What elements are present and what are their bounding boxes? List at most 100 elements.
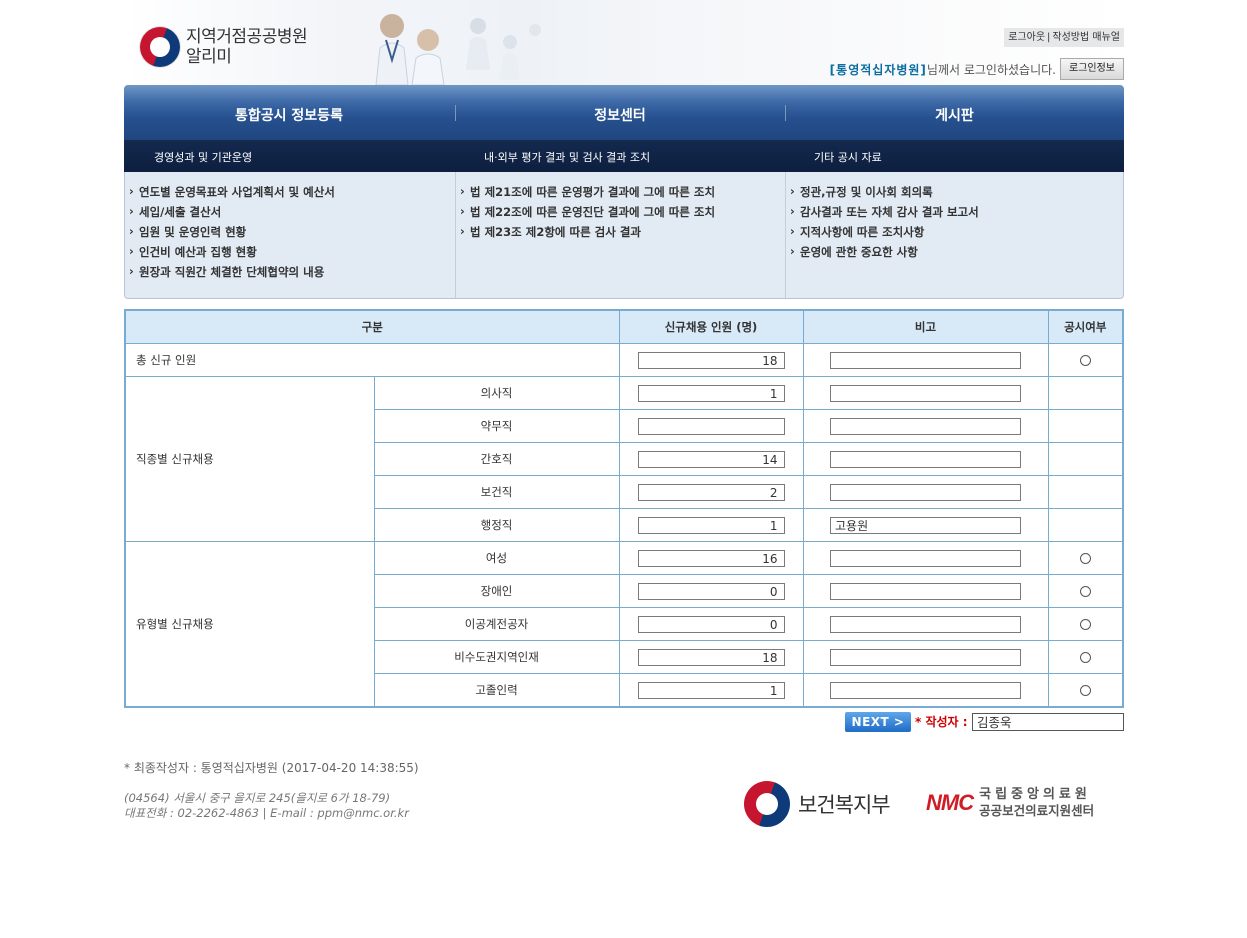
table-row: 유형별 신규채용 여성 16: [124, 541, 1124, 708]
menu-item[interactable]: 운영에 관한 중요한 사항: [786, 241, 1123, 262]
disclosure-radio[interactable]: [1079, 685, 1091, 696]
manual-link[interactable]: 작성방법 매뉴얼: [1050, 32, 1122, 43]
menu-column-management: 연도별 운영목표와 사업계획서 및 예산서 세입/세출 결산서 임원 및 운영인…: [125, 172, 455, 298]
row-label: 의사직: [373, 376, 620, 410]
menu-item[interactable]: 원장과 직원간 체결한 단체협약의 내용: [125, 261, 455, 282]
menu-item[interactable]: 연도별 운영목표와 사업계획서 및 예산서: [125, 181, 455, 202]
nmc-name: 국립중앙의료원 공공보건의료지원센터: [979, 787, 1094, 819]
doctors-illustration: [350, 0, 550, 85]
note-input[interactable]: [830, 549, 1022, 567]
group-label-hire-type: 유형별 신규채용: [124, 541, 375, 708]
note-input[interactable]: [830, 648, 1022, 666]
author-label: * 작성자 :: [915, 715, 968, 729]
note-input[interactable]: [830, 483, 1022, 501]
row-label: 보건직: [373, 475, 620, 509]
footer-contact: 대표전화 : 02-2262-4863 | E-mail : ppm@nmc.o…: [124, 806, 409, 820]
nav-board[interactable]: 게시판: [785, 85, 1124, 140]
disclosure-radio[interactable]: [1079, 355, 1091, 366]
total-label: 총 신규 인원: [124, 343, 620, 377]
next-button[interactable]: NEXT >: [845, 712, 911, 732]
nmc-name-line1: 국립중앙의료원: [979, 787, 1091, 802]
count-input[interactable]: 0: [637, 615, 785, 633]
site-name-line2: 알리미: [186, 47, 232, 67]
login-info-button[interactable]: 로그인정보: [1060, 58, 1124, 80]
note-input[interactable]: [830, 384, 1022, 402]
menu-item[interactable]: 법 제21조에 따른 운영평가 결과에 그에 따른 조치: [456, 181, 785, 202]
table-row: 직종별 신규채용 의사직 1: [124, 376, 1124, 542]
header: 지역거점공공병원 알리미 로그아웃 | 작성방법 매뉴얼 [통영적십자병원] 님께서…: [124, 0, 1124, 85]
disclosure-cell: [1047, 409, 1124, 443]
count-input[interactable]: 14: [637, 450, 785, 468]
table-header-row: 구분 신규채용 인원 (명) 비고 공시여부: [124, 309, 1124, 344]
last-author-note: * 최종작성자 : 통영적십자병원 (2017-04-20 14:38:55): [124, 761, 419, 775]
login-info: [통영적십자병원] 님께서 로그인하셨습니다. 로그인정보: [830, 58, 1124, 80]
disclosure-cell: [1047, 508, 1124, 542]
row-label: 비수도권지역인재: [373, 640, 620, 674]
new-hire-table: 구분 신규채용 인원 (명) 비고 공시여부 총 신규 인원 18 직종별 신규…: [124, 309, 1125, 708]
footer-address: (04564) 서울시 중구 을지로 245(을지로 6가 18-79): [124, 791, 391, 805]
submit-row: NEXT > * 작성자 : 김종욱: [124, 712, 1124, 732]
page-wrapper: 지역거점공공병원 알리미 로그아웃 | 작성방법 매뉴얼 [통영적십자병원] 님께서…: [124, 0, 1125, 827]
row-label: 간호직: [373, 442, 620, 476]
note-input[interactable]: [830, 450, 1022, 468]
taegeuk-emblem-icon: [744, 781, 790, 827]
author-input[interactable]: 김종욱: [972, 713, 1124, 731]
menu-column-etc: 정관,규정 및 이사회 회의록 감사결과 또는 자체 감사 결과 보고서 지적사…: [785, 172, 1123, 298]
menu-item[interactable]: 정관,규정 및 이사회 회의록: [786, 181, 1123, 202]
header-note: 비고: [802, 309, 1049, 344]
disclosure-cell: [1047, 442, 1124, 476]
menu-item[interactable]: 법 제22조에 따른 운영진단 결과에 그에 따른 조치: [456, 201, 785, 222]
menu-item[interactable]: 임원 및 운영인력 현황: [125, 221, 455, 242]
logout-link[interactable]: 로그아웃: [1006, 32, 1047, 43]
disclosure-cell: [1047, 475, 1124, 509]
nmc-logo-mark: NMC: [926, 790, 974, 815]
count-input[interactable]: 1: [637, 384, 785, 402]
count-input[interactable]: 0: [637, 582, 785, 600]
table-row: 총 신규 인원 18: [124, 343, 1124, 377]
subnav-management[interactable]: 경영성과 및 기관운영: [154, 140, 252, 172]
nmc-logo[interactable]: NMC 국립중앙의료원 공공보건의료지원센터: [926, 787, 1094, 819]
total-note-input[interactable]: [830, 351, 1022, 369]
disclosure-radio[interactable]: [1079, 553, 1091, 564]
top-links: 로그아웃 | 작성방법 매뉴얼: [1004, 28, 1124, 47]
group-label-job-type: 직종별 신규채용: [124, 376, 375, 542]
menu-item[interactable]: 세입/세출 결산서: [125, 201, 455, 222]
nav-dropdown-menu: 연도별 운영목표와 사업계획서 및 예산서 세입/세출 결산서 임원 및 운영인…: [124, 172, 1124, 299]
menu-item[interactable]: 감사결과 또는 자체 감사 결과 보고서: [786, 201, 1123, 222]
note-input[interactable]: [830, 681, 1022, 699]
menu-item[interactable]: 지적사항에 따른 조치사항: [786, 221, 1123, 242]
sub-nav: 경영성과 및 기관운영 내·외부 평가 결과 및 검사 결과 조치 기타 공시 …: [124, 140, 1124, 172]
site-logo[interactable]: 지역거점공공병원 알리미: [140, 27, 308, 67]
note-input[interactable]: 고용원: [830, 516, 1022, 534]
menu-item[interactable]: 법 제23조 제2항에 따른 검사 결과: [456, 221, 785, 242]
site-name: 지역거점공공병원 알리미: [186, 27, 308, 67]
total-count-input[interactable]: 18: [637, 351, 785, 369]
count-input[interactable]: 1: [637, 681, 785, 699]
count-input[interactable]: 18: [637, 648, 785, 666]
subnav-etc[interactable]: 기타 공시 자료: [814, 140, 882, 172]
main-nav: 통합공시 정보등록 정보센터 게시판: [124, 85, 1124, 140]
nav-info-register[interactable]: 통합공시 정보등록: [124, 85, 454, 140]
menu-column-evaluation: 법 제21조에 따른 운영평가 결과에 그에 따른 조치 법 제22조에 따른 …: [455, 172, 785, 298]
site-name-line1: 지역거점공공병원: [186, 27, 308, 47]
disclosure-radio[interactable]: [1079, 619, 1091, 630]
subnav-evaluation[interactable]: 내·외부 평가 결과 및 검사 결과 조치: [484, 140, 650, 172]
count-input[interactable]: [637, 417, 785, 435]
note-input[interactable]: [830, 615, 1022, 633]
header-category: 구분: [124, 309, 620, 344]
row-label: 약무직: [373, 409, 620, 443]
disclosure-radio[interactable]: [1079, 586, 1091, 597]
count-input[interactable]: 16: [637, 549, 785, 567]
row-label: 행정직: [373, 508, 620, 542]
nav-info-center[interactable]: 정보센터: [455, 85, 785, 140]
disclosure-radio[interactable]: [1079, 652, 1091, 663]
count-input[interactable]: 1: [637, 516, 785, 534]
ministry-logo[interactable]: 보건복지부: [744, 781, 891, 827]
note-input[interactable]: [830, 582, 1022, 600]
taegeuk-logo-icon: [140, 27, 180, 67]
footer-address-block: (04564) 서울시 중구 을지로 245(을지로 6가 18-79) 대표전…: [124, 791, 409, 821]
count-input[interactable]: 2: [637, 483, 785, 501]
hospital-name: [통영적십자병원]: [829, 62, 927, 77]
menu-item[interactable]: 인건비 예산과 집행 현황: [125, 241, 455, 262]
note-input[interactable]: [830, 417, 1022, 435]
